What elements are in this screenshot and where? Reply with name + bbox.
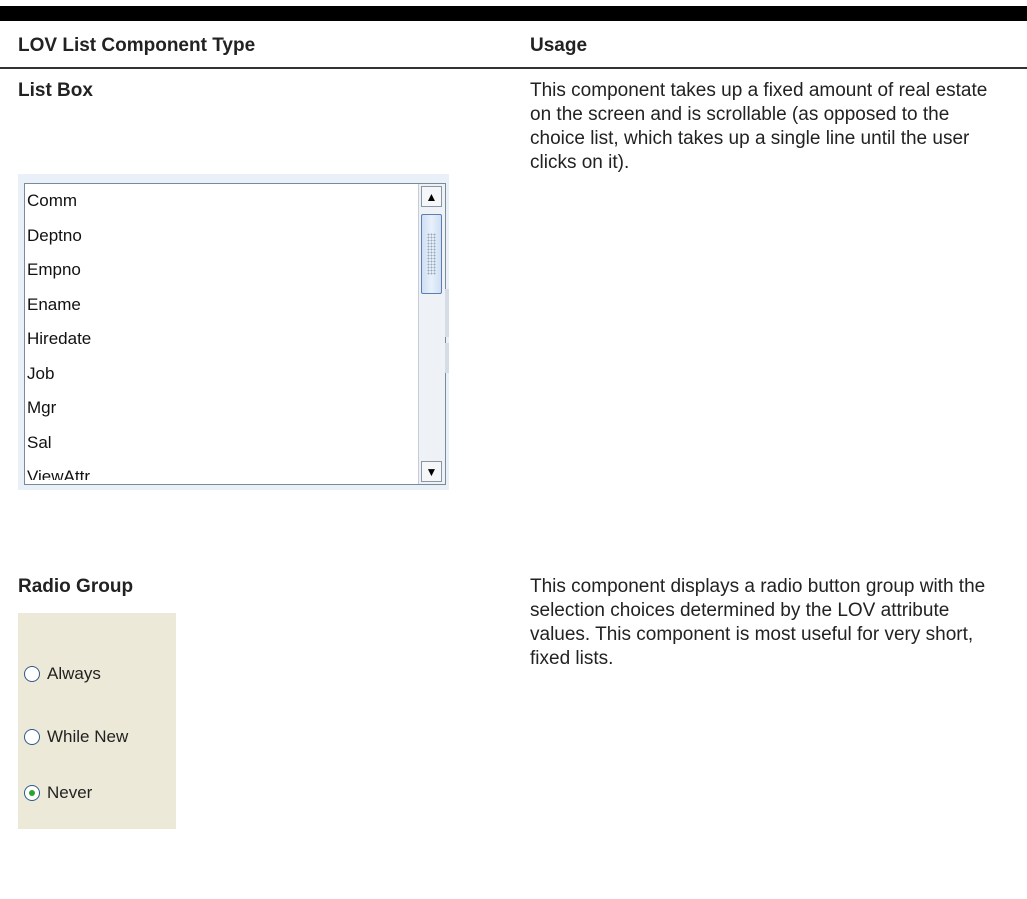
row-label-list-box: List Box	[18, 80, 93, 101]
list-item[interactable]: Comm	[25, 184, 417, 219]
list-item[interactable]: Ename	[25, 288, 417, 323]
usage-text-list-box: This component takes up a fixed amount o…	[530, 80, 988, 173]
radio-label: While New	[47, 727, 129, 746]
radio-option-while-new[interactable]: While New	[24, 723, 128, 751]
usage-text-radio-group: This component displays a radio button g…	[530, 576, 986, 669]
list-item[interactable]: Hiredate	[25, 322, 417, 357]
radio-option-always[interactable]: Always	[24, 660, 101, 688]
radio-group-illustration: Always While New Never	[18, 613, 176, 829]
list-item[interactable]: Job	[25, 357, 417, 392]
divider-mark	[445, 343, 449, 373]
grip-dots-icon	[427, 233, 436, 275]
header-divider	[0, 67, 1027, 69]
scroll-up-arrow-icon[interactable]: ▲	[421, 186, 442, 207]
list-box-items: Comm Deptno Empno Ename Hiredate Job Mgr…	[25, 184, 417, 480]
divider-mark	[445, 289, 449, 337]
radio-unchecked-icon[interactable]	[24, 729, 40, 745]
vertical-scrollbar[interactable]: ▲ ▼	[418, 184, 445, 484]
radio-option-never[interactable]: Never	[24, 779, 92, 807]
list-item[interactable]: Deptno	[25, 219, 417, 254]
table-top-border	[0, 6, 1027, 21]
list-item[interactable]: Sal	[25, 426, 417, 461]
radio-checked-icon[interactable]	[24, 785, 40, 801]
list-item[interactable]: Mgr	[25, 391, 417, 426]
scrollbar-thumb[interactable]	[421, 214, 442, 294]
radio-label: Always	[47, 664, 101, 683]
radio-label: Never	[47, 783, 93, 802]
list-item[interactable]: ViewAttr	[25, 460, 417, 480]
list-box-illustration: Comm Deptno Empno Ename Hiredate Job Mgr…	[18, 174, 449, 490]
list-item[interactable]: Empno	[25, 253, 417, 288]
radio-unchecked-icon[interactable]	[24, 666, 40, 682]
list-box[interactable]: Comm Deptno Empno Ename Hiredate Job Mgr…	[24, 183, 446, 485]
column-header-usage: Usage	[530, 35, 588, 56]
scroll-down-arrow-icon[interactable]: ▼	[421, 461, 442, 482]
column-header-type: LOV List Component Type	[18, 35, 256, 56]
row-label-radio-group: Radio Group	[18, 576, 134, 597]
